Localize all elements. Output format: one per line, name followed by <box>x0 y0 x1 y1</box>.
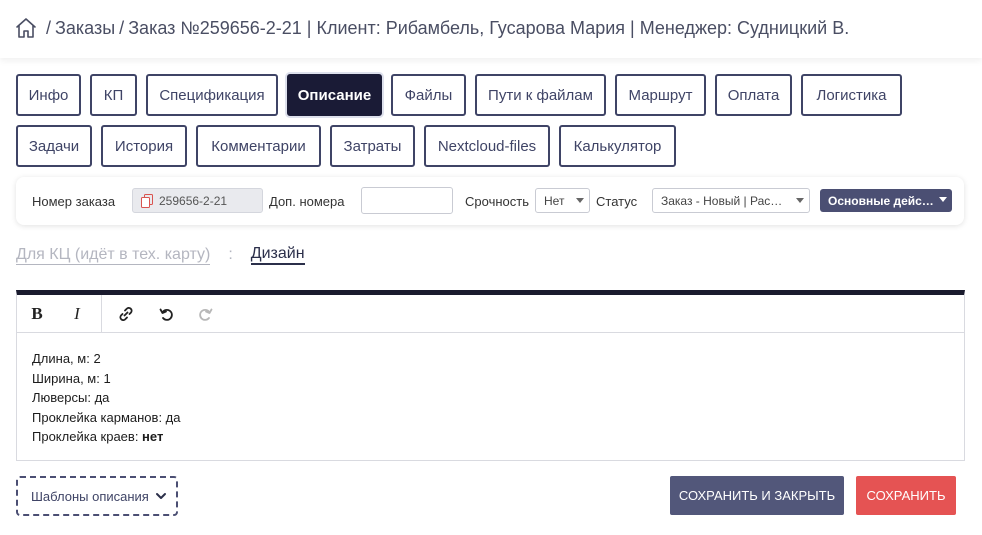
order-filter-card: Номер заказа 259656-2-21 Доп. номера Сро… <box>16 177 964 225</box>
status-label: Статус <box>596 194 638 209</box>
breadcrumb: / Заказы / Заказ №259656-2-21 | Клиент: … <box>14 16 849 40</box>
tab-info[interactable]: Инфо <box>16 74 81 116</box>
undo-button[interactable] <box>146 295 186 333</box>
order-number-label: Номер заказа <box>32 194 116 209</box>
copy-icon[interactable] <box>141 193 153 208</box>
order-number-field: 259656-2-21 <box>132 188 263 213</box>
redo-button[interactable] <box>186 295 226 333</box>
caret-down-icon <box>796 198 804 203</box>
breadcrumb-separator: / <box>46 17 52 38</box>
tab-logistics[interactable]: Логистика <box>801 74 902 116</box>
tabs-row-2: Задачи История Комментарии Затраты Nextc… <box>16 125 685 167</box>
redo-icon <box>199 308 213 321</box>
save-button[interactable]: СОХРАНИТЬ <box>856 476 956 515</box>
tab-files[interactable]: Файлы <box>391 74 466 116</box>
editor-toolbar: B I <box>17 294 964 333</box>
tab-payment[interactable]: Оплата <box>715 74 792 116</box>
subtab-design[interactable]: Дизайн <box>250 245 305 265</box>
subtab-kc[interactable]: Для КЦ (идёт в тех. карту) <box>16 246 211 265</box>
subtab-separator: : <box>228 246 233 263</box>
description-line: Люверсы: да <box>32 390 110 405</box>
tab-specification[interactable]: Спецификация <box>146 74 278 116</box>
tab-costs[interactable]: Затраты <box>330 125 415 167</box>
link-button[interactable] <box>106 295 146 333</box>
undo-icon <box>159 308 173 321</box>
urgency-label: Срочность <box>465 194 529 209</box>
tab-description[interactable]: Описание <box>287 74 382 116</box>
italic-button[interactable]: I <box>57 295 97 333</box>
editor-content[interactable]: Длина, м: 2 Ширина, м: 1 Люверсы: да Про… <box>17 333 964 463</box>
rich-text-editor: B I Длина, м: 2 Ширина, м: 1 Люверсы: да… <box>16 290 965 461</box>
save-and-close-button[interactable]: СОХРАНИТЬ И ЗАКРЫТЬ <box>670 476 844 515</box>
toolbar-divider <box>101 294 102 333</box>
tab-kp[interactable]: КП <box>90 74 137 116</box>
bold-button[interactable]: B <box>17 295 57 333</box>
description-templates-button[interactable]: Шаблоны описания <box>16 476 178 516</box>
order-number-value: 259656-2-21 <box>159 193 228 208</box>
main-actions-dropdown[interactable]: Основные дейс… <box>820 189 952 212</box>
dop-numbers-label: Доп. номера <box>269 194 345 209</box>
caret-down-icon <box>576 198 584 203</box>
link-icon <box>119 306 133 321</box>
templates-label: Шаблоны описания <box>31 488 149 504</box>
breadcrumb-orders-link[interactable]: Заказы <box>55 18 115 39</box>
urgency-select[interactable]: Нет <box>535 188 590 213</box>
home-icon[interactable] <box>14 16 38 40</box>
status-select[interactable]: Заказ - Новый | Рас… <box>652 188 810 213</box>
header-bar: / Заказы / Заказ №259656-2-21 | Клиент: … <box>0 0 982 58</box>
breadcrumb-separator: / <box>119 17 125 38</box>
status-value: Заказ - Новый | Рас… <box>661 193 783 208</box>
tab-tasks[interactable]: Задачи <box>16 125 92 167</box>
tab-calculator[interactable]: Калькулятор <box>559 125 676 167</box>
main-actions-label: Основные дейс… <box>828 193 934 208</box>
description-line: Ширина, м: 1 <box>32 370 111 386</box>
caret-down-icon <box>939 197 947 202</box>
urgency-value: Нет <box>544 193 565 208</box>
dop-numbers-input[interactable] <box>361 187 453 214</box>
tab-file-paths[interactable]: Пути к файлам <box>475 74 606 116</box>
breadcrumb-current: Заказ №259656-2-21 | Клиент: Рибамбель, … <box>128 17 850 38</box>
tab-history[interactable]: История <box>101 125 187 167</box>
tabs-row-1: Инфо КП Спецификация Описание Файлы Пути… <box>16 74 911 116</box>
description-line: Проклейка карманов: да <box>32 409 181 425</box>
description-line: Проклейка краев: нет <box>32 429 164 444</box>
description-line: Длина, м: 2 <box>32 351 101 366</box>
description-subtabs: Для КЦ (идёт в тех. карту) : Дизайн <box>16 245 305 265</box>
tab-route[interactable]: Маршрут <box>615 74 706 116</box>
chevron-down-icon <box>155 493 166 499</box>
tab-nextcloud-files[interactable]: Nextcloud-files <box>424 125 550 167</box>
tab-comments[interactable]: Комментарии <box>196 125 321 167</box>
